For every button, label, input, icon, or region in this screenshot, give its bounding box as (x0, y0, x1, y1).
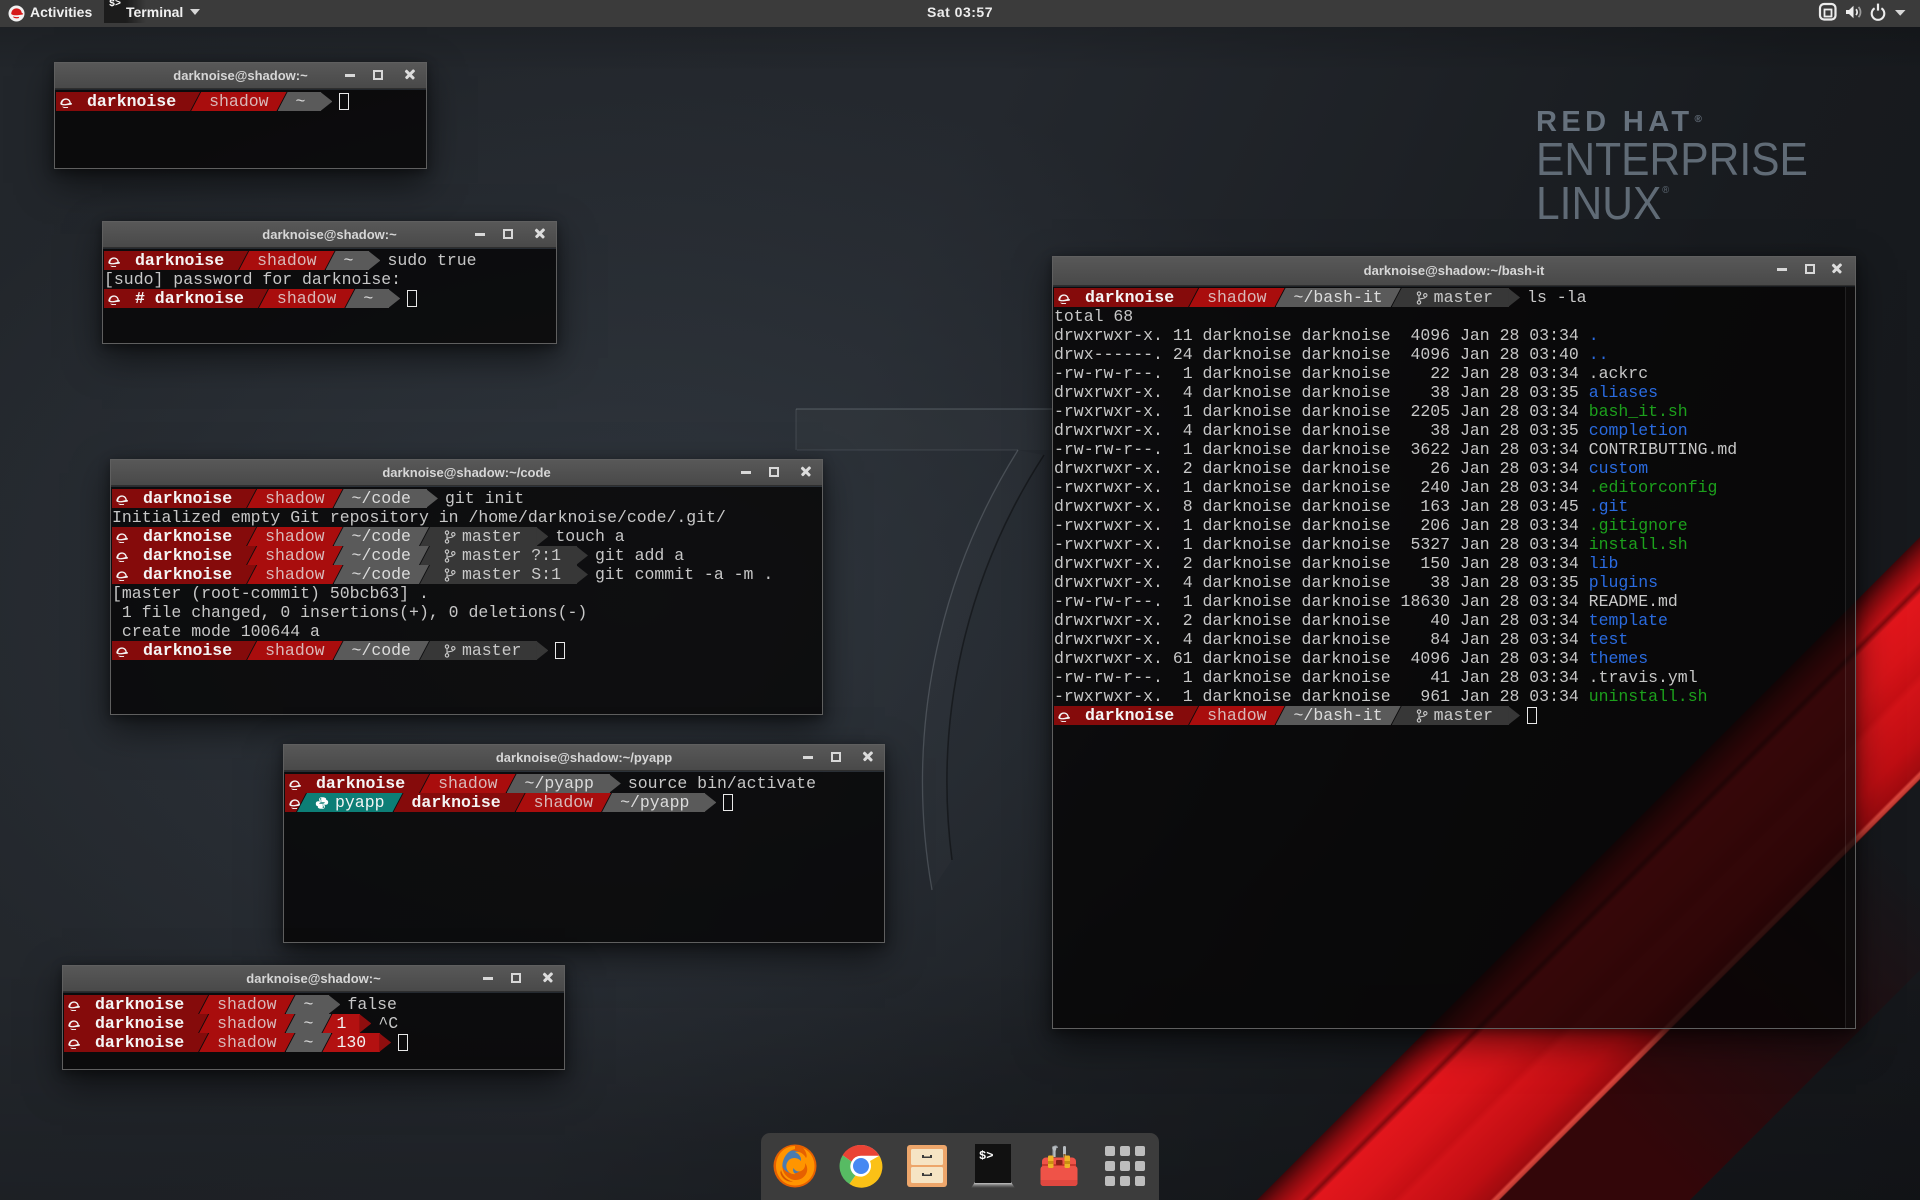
svg-text:$>: $> (979, 1149, 993, 1163)
